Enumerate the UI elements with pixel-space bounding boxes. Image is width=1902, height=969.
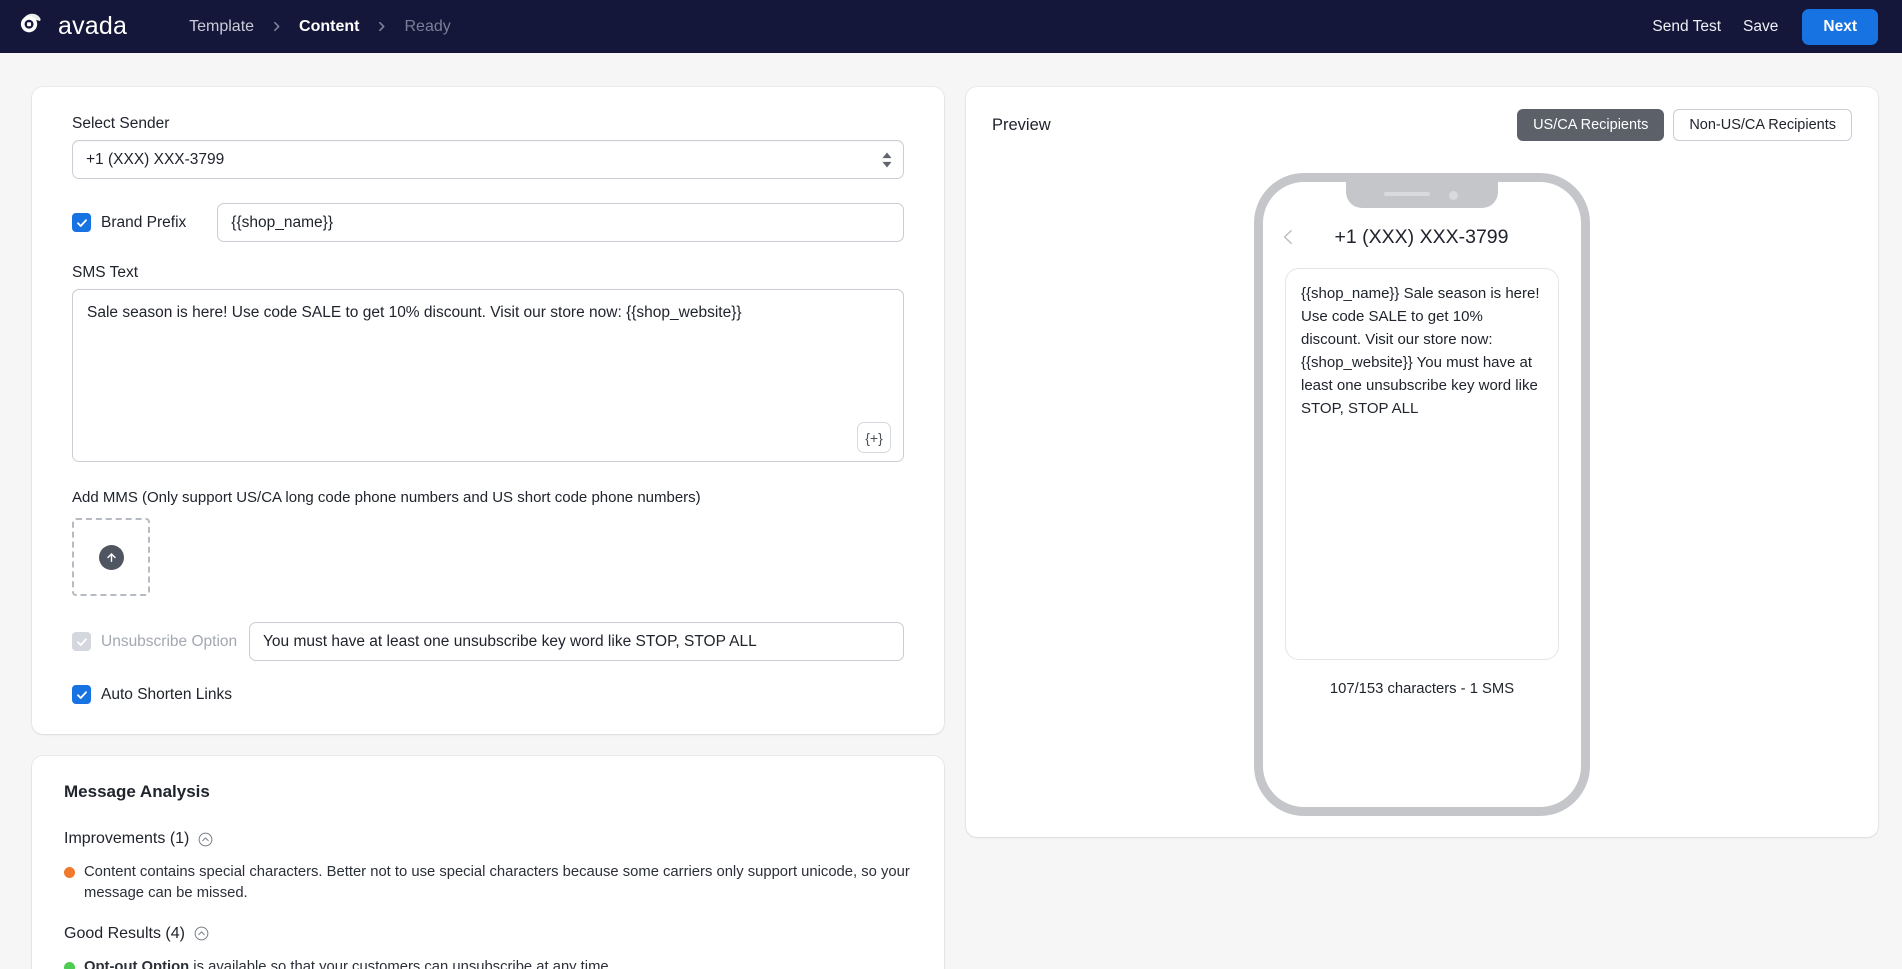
- auto-shorten-links-label: Auto Shorten Links: [101, 685, 232, 703]
- improvements-heading-row: Improvements (1): [64, 830, 912, 848]
- chevron-right-icon: [270, 20, 283, 33]
- select-sender-wrap: +1 (XXX) XXX-3799: [72, 140, 904, 179]
- topbar-actions: Send Test Save Next: [1652, 8, 1878, 45]
- chevron-up-circle-icon[interactable]: [194, 926, 209, 941]
- success-dot-icon: [64, 961, 75, 969]
- tab-us-ca-recipients[interactable]: US/CA Recipients: [1517, 109, 1665, 141]
- good-results-heading-row: Good Results (4): [64, 925, 912, 943]
- breadcrumb: Template Content Ready: [189, 18, 451, 36]
- add-mms-note: Add MMS (Only support US/CA long code ph…: [72, 489, 701, 506]
- brand-prefix-label: Brand Prefix: [101, 213, 187, 231]
- sms-text-wrap: Sale season is here! Use code SALE to ge…: [72, 289, 904, 467]
- mms-upload-dropzone[interactable]: [72, 518, 150, 596]
- insert-variable-button[interactable]: {+}: [857, 422, 891, 453]
- check-icon: [76, 690, 87, 699]
- good-result-item: Opt-out Option is available so that your…: [64, 957, 912, 969]
- sms-text-input[interactable]: Sale season is here! Use code SALE to ge…: [72, 289, 904, 462]
- breadcrumb-item-template[interactable]: Template: [189, 18, 254, 36]
- sms-preview-bubble: {{shop_name}} Sale season is here! Use c…: [1285, 268, 1559, 660]
- next-button[interactable]: Next: [1802, 8, 1878, 45]
- preview-header: Preview US/CA Recipients Non-US/CA Recip…: [992, 109, 1852, 141]
- preview-card: Preview US/CA Recipients Non-US/CA Recip…: [966, 87, 1878, 837]
- check-icon: [76, 637, 87, 646]
- message-analysis-title: Message Analysis: [64, 782, 210, 801]
- send-test-button[interactable]: Send Test: [1652, 18, 1721, 36]
- phone-number-title: +1 (XXX) XXX-3799: [1334, 225, 1509, 248]
- auto-shorten-links-checkbox[interactable]: [72, 685, 91, 704]
- recipient-tabs: US/CA Recipients Non-US/CA Recipients: [1517, 109, 1852, 141]
- breadcrumb-item-content[interactable]: Content: [299, 18, 359, 36]
- right-column: Preview US/CA Recipients Non-US/CA Recip…: [966, 87, 1878, 837]
- improvement-text: Content contains special characters. Bet…: [84, 864, 910, 902]
- breadcrumb-item-ready[interactable]: Ready: [404, 18, 450, 36]
- brand-prefix-input[interactable]: [217, 203, 904, 242]
- brand-logo[interactable]: avada: [18, 11, 127, 42]
- left-column: Select Sender +1 (XXX) XXX-3799 Brand Pr…: [32, 87, 944, 969]
- good-results-heading: Good Results (4): [64, 924, 185, 942]
- select-sender-dropdown[interactable]: +1 (XXX) XXX-3799: [72, 140, 904, 179]
- sms-content-form-card: Select Sender +1 (XXX) XXX-3799 Brand Pr…: [32, 87, 944, 734]
- phone-preview-stage: +1 (XXX) XXX-3799 {{shop_name}} Sale sea…: [992, 173, 1852, 816]
- phone-notch: [1346, 181, 1498, 208]
- preview-title: Preview: [992, 115, 1051, 134]
- improvements-heading: Improvements (1): [64, 830, 190, 847]
- unsubscribe-text-input[interactable]: [249, 622, 904, 661]
- unsubscribe-option-label: Unsubscribe Option: [101, 632, 238, 650]
- good-results-section: Good Results (4) Opt-out Option is avail…: [64, 925, 912, 969]
- sms-text-label: SMS Text: [72, 264, 139, 281]
- save-button[interactable]: Save: [1743, 18, 1778, 36]
- good-result-text: is available so that your customers can …: [189, 958, 613, 969]
- back-chevron-icon[interactable]: [1279, 225, 1298, 249]
- auto-shorten-links-row: Auto Shorten Links: [72, 685, 904, 704]
- character-count: 107/153 characters - 1 SMS: [1329, 681, 1515, 697]
- warning-dot-icon: [64, 867, 75, 878]
- chevron-up-circle-icon[interactable]: [198, 832, 213, 847]
- select-sender-label: Select Sender: [72, 115, 170, 132]
- brand-prefix-row: Brand Prefix: [72, 203, 904, 242]
- check-icon: [76, 218, 87, 227]
- chevron-right-icon: [375, 20, 388, 33]
- unsubscribe-option-checkbox: [72, 632, 91, 651]
- page-body: Select Sender +1 (XXX) XXX-3799 Brand Pr…: [0, 53, 1902, 969]
- brand-name: avada: [58, 12, 128, 40]
- brand-prefix-checkbox[interactable]: [72, 213, 91, 232]
- speaker-icon: [1384, 192, 1430, 196]
- camera-icon: [1449, 191, 1458, 200]
- improvement-item: Content contains special characters. Bet…: [64, 862, 912, 905]
- unsubscribe-option-row: Unsubscribe Option: [72, 622, 904, 661]
- upload-arrow-icon: [98, 544, 124, 570]
- phone-mockup: +1 (XXX) XXX-3799 {{shop_name}} Sale sea…: [1254, 173, 1590, 816]
- tab-non-us-ca-recipients[interactable]: Non-US/CA Recipients: [1673, 109, 1852, 141]
- avada-cloud-icon: [20, 13, 41, 33]
- good-result-title: Opt-out Option: [84, 958, 190, 969]
- message-analysis-card: Message Analysis Improvements (1) Conten…: [32, 756, 944, 969]
- top-navigation-bar: avada Template Content Ready Send Test S…: [0, 0, 1902, 53]
